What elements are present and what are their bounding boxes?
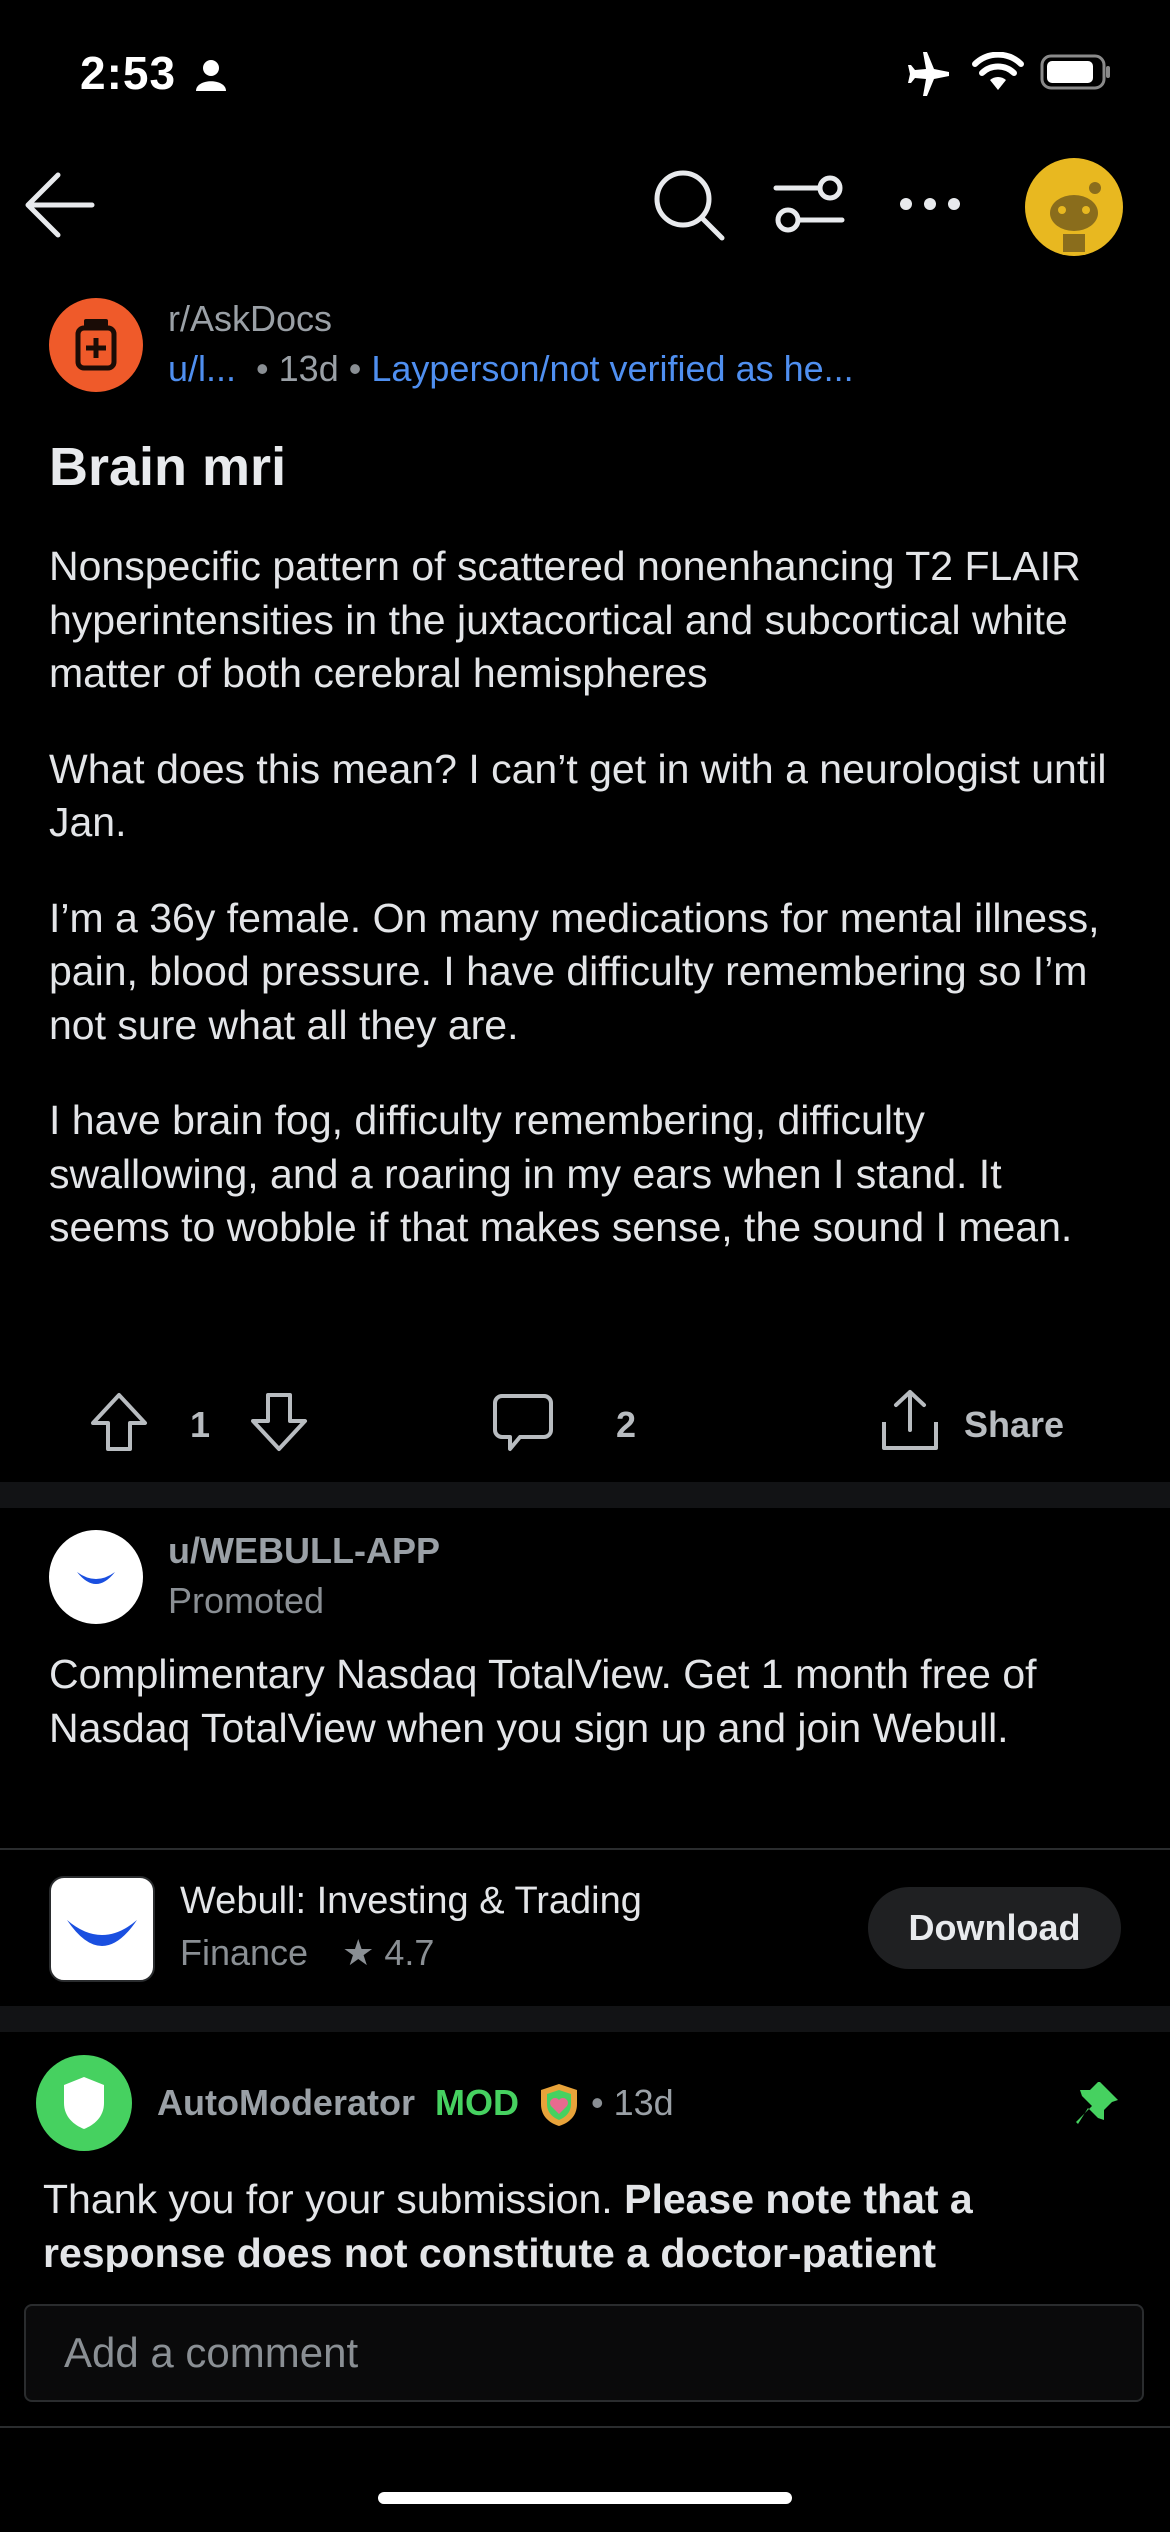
app-info: Finance ★ 4.7 [180, 1932, 434, 1974]
automod-avatar[interactable] [36, 2055, 132, 2151]
back-icon[interactable] [22, 170, 96, 240]
divider [0, 1848, 1170, 1850]
app-rating: 4.7 [384, 1932, 435, 1973]
person-icon [194, 58, 228, 92]
status-time: 2:53 [80, 47, 177, 99]
subreddit-name[interactable]: r/AskDocs [168, 298, 332, 340]
comment-author[interactable]: AutoModerator [157, 2082, 415, 2123]
vote-count: 1 [190, 1404, 211, 1445]
post-paragraph: What does this mean? I can’t get in with… [49, 745, 1107, 846]
mod-badge: MOD [435, 2082, 519, 2123]
post-flair[interactable]: Layperson/not verified as he... [371, 348, 853, 389]
download-button[interactable]: Download [868, 1887, 1121, 1969]
promo-text[interactable]: Complimentary Nasdaq TotalView. Get 1 mo… [49, 1648, 1129, 1755]
divider [0, 2426, 1170, 2428]
comment-author-row: AutoModerator MOD • 13d [157, 2082, 674, 2128]
downvote-icon[interactable] [250, 1392, 308, 1452]
star-icon: ★ [342, 1932, 375, 1973]
comment-count: 2 [616, 1404, 637, 1445]
separator-dot: • [591, 2082, 614, 2123]
comment-age: 13d [613, 2082, 674, 2123]
filter-icon[interactable] [772, 172, 846, 238]
comment-body: Thank you for your submission. Please no… [43, 2172, 1133, 2272]
comment-input-placeholder: Add a comment [64, 2329, 359, 2376]
comment-text: Thank you for your submission. [43, 2176, 625, 2222]
post-body: Nonspecific pattern of scattered nonenha… [49, 540, 1129, 1297]
post-paragraph: Nonspecific pattern of scattered nonenha… [49, 543, 1081, 696]
more-icon[interactable] [898, 196, 962, 212]
promoted-label: Promoted [168, 1580, 325, 1621]
promo-username[interactable]: u/WEBULL-APP [168, 1530, 440, 1572]
search-icon[interactable] [652, 168, 726, 242]
wifi-icon [972, 52, 1024, 92]
shield-icon [537, 2082, 581, 2128]
share-button[interactable]: Share [964, 1404, 1064, 1446]
avatar-icon[interactable] [1025, 158, 1123, 256]
webull-app-icon[interactable] [49, 1876, 155, 1982]
battery-icon [1040, 54, 1112, 90]
post-author[interactable]: u/l... [168, 348, 236, 389]
home-indicator[interactable] [378, 2492, 792, 2504]
airplane-icon [905, 52, 953, 96]
post-paragraph: I have brain fog, difficulty remembering… [49, 1097, 1073, 1250]
upvote-icon[interactable] [90, 1392, 148, 1452]
separator-dot: • [246, 348, 279, 389]
pin-icon [1072, 2078, 1122, 2128]
share-icon[interactable] [880, 1388, 940, 1452]
app-category: Finance [180, 1932, 309, 1973]
add-comment-input[interactable]: Add a comment [24, 2304, 1144, 2402]
post-meta: u/l... • 13d • Layperson/not verified as… [168, 348, 854, 390]
section-divider [0, 1482, 1170, 1508]
webull-avatar-icon[interactable] [49, 1530, 143, 1624]
section-divider [0, 2006, 1170, 2032]
separator-dot: • [348, 348, 372, 389]
app-name[interactable]: Webull: Investing & Trading [180, 1880, 642, 1923]
subreddit-icon[interactable] [49, 298, 143, 392]
post-age: 13d [278, 348, 339, 389]
post-title: Brain mri [49, 437, 287, 497]
comment-icon[interactable] [492, 1392, 554, 1454]
post-paragraph: I’m a 36y female. On many medications fo… [49, 894, 1100, 1048]
